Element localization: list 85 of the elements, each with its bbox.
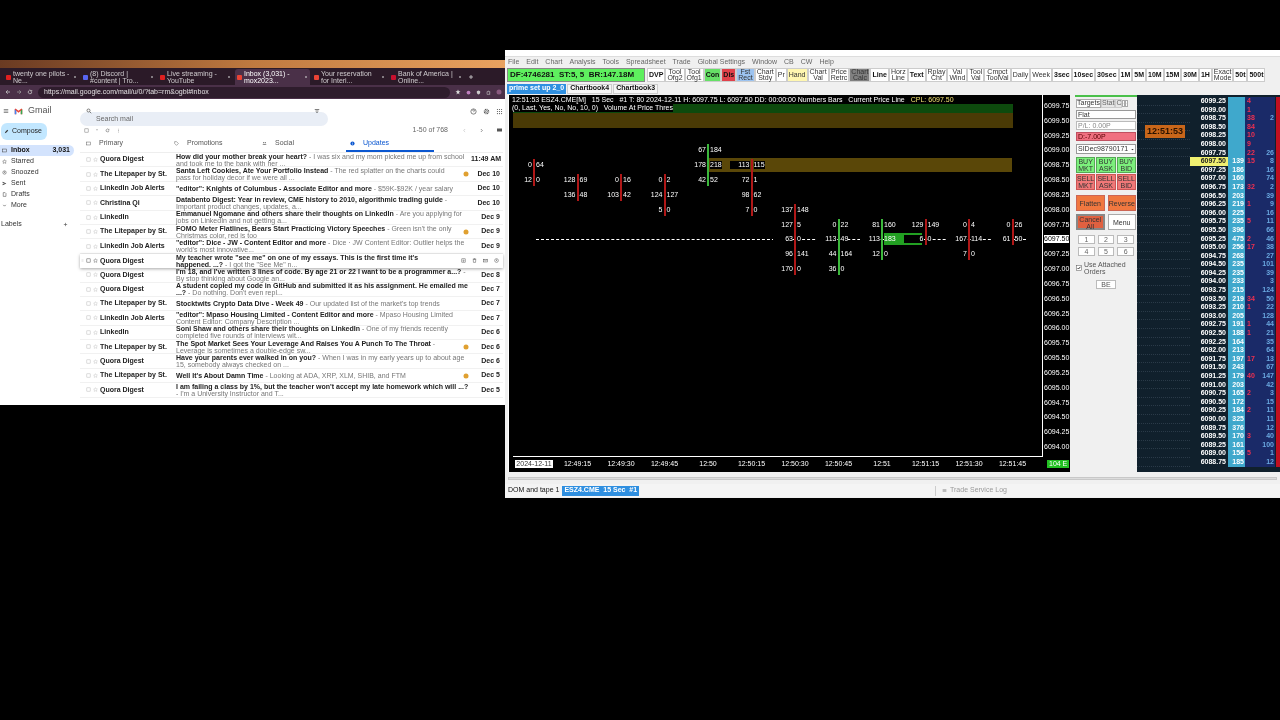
profile-icon[interactable]	[496, 89, 502, 95]
star-icon[interactable]	[93, 272, 98, 278]
clock-icon[interactable]	[494, 258, 499, 264]
file-icon	[2, 192, 7, 197]
checkbox-icon[interactable]	[86, 286, 91, 292]
checkbox-icon[interactable]	[86, 171, 91, 177]
close-icon[interactable]	[458, 75, 462, 79]
star-icon[interactable]	[93, 344, 98, 350]
clock-icon	[2, 170, 7, 175]
star-icon[interactable]	[93, 373, 98, 379]
close-icon[interactable]	[227, 75, 231, 79]
star-icon[interactable]	[93, 315, 98, 321]
star-icon[interactable]	[93, 358, 98, 364]
back-icon[interactable]	[5, 89, 11, 95]
star-icon[interactable]	[93, 214, 98, 220]
clock: 12:51:53	[1145, 125, 1186, 138]
checkbox-icon[interactable]	[86, 243, 91, 249]
star-icon[interactable]	[93, 243, 98, 249]
reload-icon[interactable]	[105, 127, 110, 133]
caret-icon	[1130, 146, 1135, 152]
search-icon[interactable]	[86, 108, 92, 114]
status-field: DF:4746281 ST:5, 5 BR:147.18M	[507, 68, 645, 82]
star-icon[interactable]	[93, 185, 98, 191]
checkbox-icon[interactable]	[86, 200, 91, 206]
checkbox[interactable]	[1076, 265, 1082, 271]
close-icon[interactable]	[381, 75, 385, 79]
chevron-left-icon[interactable]	[462, 127, 467, 133]
keyboard-icon[interactable]	[496, 127, 503, 133]
star-icon[interactable]	[455, 89, 461, 95]
checkbox-icon[interactable]	[86, 214, 91, 220]
inbox-icon	[86, 141, 91, 146]
apps-grid-icon[interactable]	[496, 107, 503, 115]
star-icon[interactable]	[93, 286, 98, 292]
checkbox-icon[interactable]	[86, 373, 91, 379]
inbox-icon	[2, 148, 7, 153]
star-icon[interactable]	[93, 387, 98, 393]
envelope-icon[interactable]	[483, 258, 488, 264]
checkbox-icon[interactable]	[86, 157, 91, 163]
arrow-right-icon[interactable]	[1125, 100, 1129, 107]
puzzle-icon[interactable]	[486, 89, 491, 95]
reload-icon[interactable]	[27, 89, 33, 95]
forward-icon[interactable]	[16, 89, 22, 95]
menu-icon[interactable]	[3, 108, 9, 114]
star-icon[interactable]	[93, 329, 98, 335]
info-icon	[350, 141, 355, 146]
tag-icon	[174, 141, 179, 146]
checkbox-icon[interactable]	[86, 185, 91, 191]
close-icon[interactable]	[73, 75, 77, 79]
filter-icon[interactable]	[314, 108, 320, 114]
checkbox-icon[interactable]	[86, 258, 91, 264]
chevron-icon	[2, 203, 7, 208]
star-icon[interactable]	[93, 301, 98, 307]
send-icon	[2, 181, 7, 186]
checkbox-icon[interactable]	[86, 229, 91, 235]
checkbox-icon[interactable]	[84, 127, 89, 133]
archive-icon[interactable]	[461, 258, 466, 264]
checkbox-icon[interactable]	[86, 272, 91, 278]
star-icon[interactable]	[93, 258, 98, 264]
checkbox-icon[interactable]	[86, 344, 91, 350]
people-icon	[262, 141, 267, 146]
checkbox-icon[interactable]	[86, 301, 91, 307]
settings-icon[interactable]	[483, 107, 490, 115]
checkbox-icon[interactable]	[86, 329, 91, 335]
close-icon[interactable]	[304, 75, 308, 79]
app-name: Gmail	[28, 104, 52, 118]
trash-icon[interactable]	[472, 258, 477, 264]
help-icon[interactable]	[470, 107, 477, 115]
checkbox-icon[interactable]	[86, 315, 91, 321]
scrollbar[interactable]	[508, 476, 1277, 480]
plus-icon[interactable]	[63, 221, 68, 227]
log-icon	[942, 488, 947, 493]
close-icon[interactable]	[150, 75, 154, 79]
star-icon[interactable]	[93, 171, 98, 177]
star-icon[interactable]	[93, 200, 98, 206]
checkbox-icon[interactable]	[86, 358, 91, 364]
checkbox-icon[interactable]	[86, 387, 91, 393]
star-icon[interactable]	[93, 157, 98, 163]
star-icon[interactable]	[93, 229, 98, 235]
star-icon	[2, 159, 7, 164]
pencil-icon	[4, 129, 9, 134]
chevron-right-icon[interactable]	[479, 127, 484, 133]
arrow-left-icon[interactable]	[1122, 100, 1126, 107]
extension-icon[interactable]	[466, 89, 471, 95]
mail-logo-icon[interactable]	[14, 106, 23, 116]
shield-icon[interactable]	[476, 89, 481, 95]
